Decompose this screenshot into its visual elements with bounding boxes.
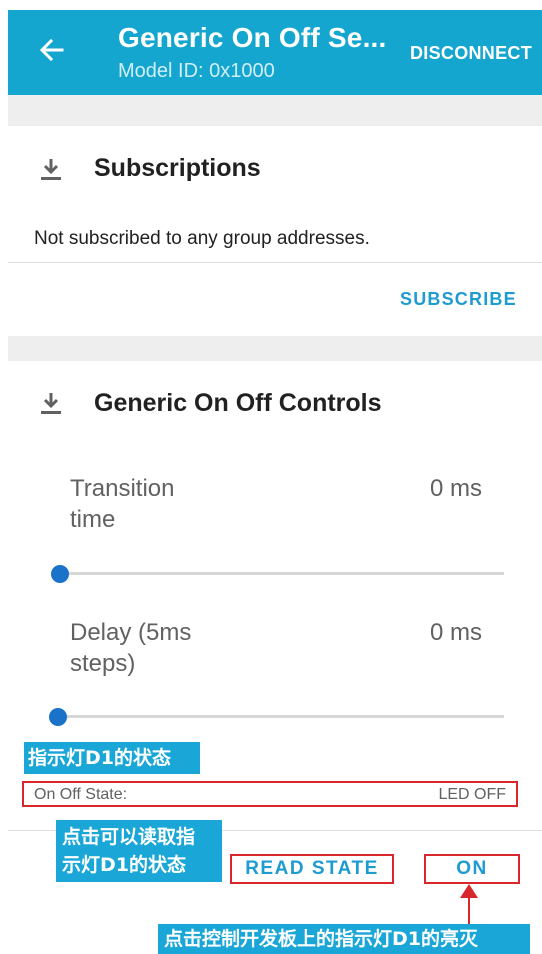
subscriptions-title: Subscriptions bbox=[94, 154, 261, 182]
arrow-line bbox=[468, 897, 470, 927]
app-bar: Generic On Off Se... Model ID: 0x1000 DI… bbox=[8, 10, 542, 95]
section-gap bbox=[8, 336, 542, 361]
model-id: Model ID: 0x1000 bbox=[118, 60, 275, 82]
on-off-state-row: On Off State: LED OFF bbox=[22, 781, 518, 807]
subscribe-button[interactable]: SUBSCRIBE bbox=[400, 289, 517, 310]
divider bbox=[8, 262, 542, 263]
state-label: On Off State: bbox=[34, 786, 128, 803]
transition-time-label: Transition time bbox=[70, 475, 175, 533]
transition-slider-track[interactable] bbox=[56, 572, 504, 575]
page-title: Generic On Off Se... bbox=[118, 22, 387, 53]
subscription-status: Not subscribed to any group addresses. bbox=[34, 228, 370, 249]
left-border bbox=[0, 0, 8, 954]
read-state-button[interactable]: READ STATE bbox=[230, 854, 394, 884]
delay-label: Delay (5ms steps) bbox=[70, 619, 192, 677]
read-state-note-line1: 点击可以读取指 bbox=[62, 826, 196, 848]
read-state-note-line2: 示灯D1的状态 bbox=[62, 854, 186, 876]
delay-value: 0 ms bbox=[430, 619, 483, 646]
on-button-note: 点击控制开发板上的指示灯D1的亮灭 bbox=[158, 924, 530, 954]
download-icon bbox=[38, 157, 64, 183]
led-state-note: 指示灯D1的状态 bbox=[24, 742, 200, 774]
transition-slider-thumb[interactable] bbox=[51, 565, 69, 583]
back-arrow-icon[interactable] bbox=[36, 34, 68, 66]
transition-time-value: 0 ms bbox=[430, 475, 483, 502]
disconnect-button[interactable]: DISCONNECT bbox=[410, 43, 532, 64]
arrow-up-icon bbox=[460, 884, 478, 898]
controls-title: Generic On Off Controls bbox=[94, 389, 382, 417]
read-state-note: 点击可以读取指 示灯D1的状态 bbox=[56, 820, 222, 882]
delay-slider-track[interactable] bbox=[56, 715, 504, 718]
download-icon bbox=[38, 391, 64, 417]
section-gap bbox=[8, 95, 542, 126]
on-button[interactable]: ON bbox=[424, 854, 520, 884]
delay-slider-thumb[interactable] bbox=[49, 708, 67, 726]
state-value: LED OFF bbox=[438, 786, 506, 803]
